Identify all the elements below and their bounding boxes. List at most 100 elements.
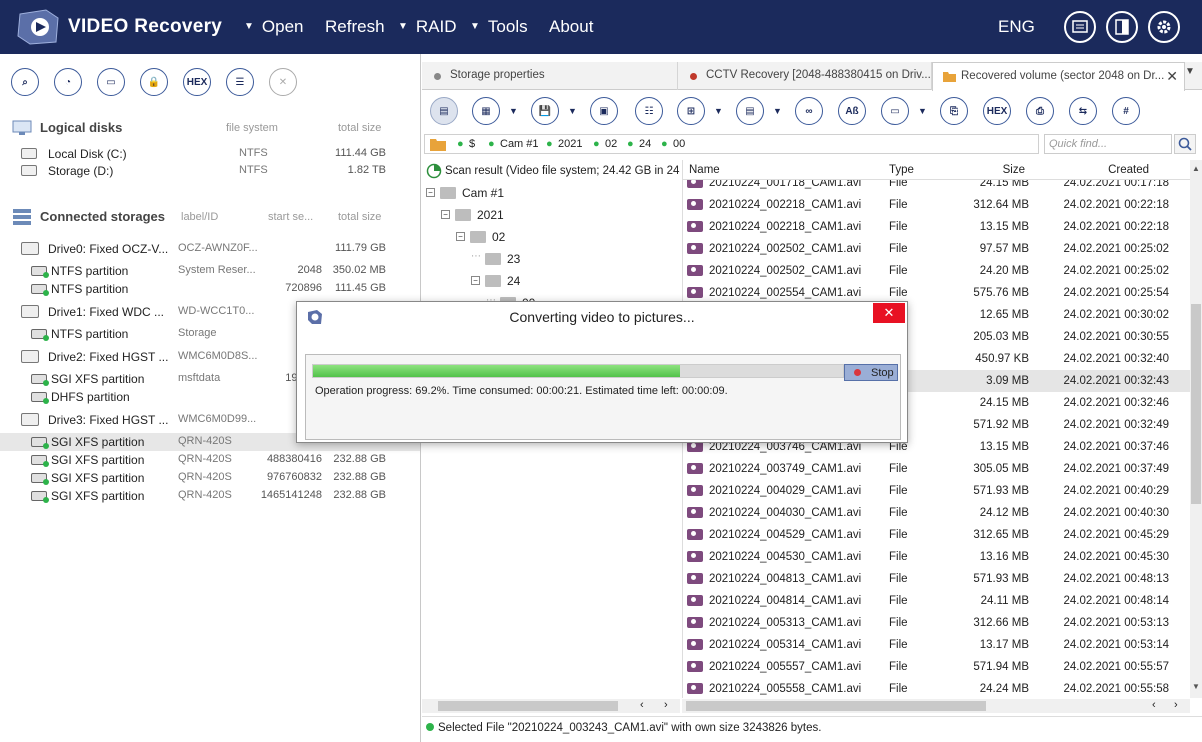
table-row[interactable]: 20210224_005313_CAM1.avi File 312.66 MB 24.… bbox=[683, 612, 1190, 634]
tab-storage-properties[interactable]: Storage properties bbox=[422, 62, 678, 90]
storage-partition-row[interactable]: SGI XFS partition QRN-420S 488380416 232.88… bbox=[0, 451, 420, 469]
breadcrumb-item[interactable]: 00 bbox=[673, 138, 685, 150]
file-size: 3.09 MB bbox=[986, 375, 1029, 387]
menu-tools[interactable]: ▼ Tools bbox=[470, 17, 528, 37]
language-selector[interactable]: ENG bbox=[998, 17, 1035, 37]
print-icon[interactable]: ⎙ bbox=[1026, 97, 1054, 125]
storage-partition-row[interactable]: NTFS partition 720896 111.45 GB bbox=[0, 280, 420, 298]
storage-partition-row[interactable]: NTFS partition System Reser... 2048 350.02 … bbox=[0, 262, 420, 280]
hash-icon[interactable]: # bbox=[1112, 97, 1140, 125]
video-save-icon[interactable]: ▣ bbox=[590, 97, 618, 125]
file-name: 20210224_004030_CAM1.avi bbox=[709, 507, 862, 519]
menu-raid[interactable]: ▼ RAID bbox=[398, 17, 457, 37]
storage-start-sector: 488380416 bbox=[266, 453, 322, 465]
breadcrumb-item[interactable]: Cam #1 bbox=[500, 138, 539, 150]
breadcrumb-item[interactable]: 24 bbox=[639, 138, 651, 150]
file-name: 20210224_005314_CAM1.avi bbox=[709, 639, 862, 651]
layout-panel-icon[interactable] bbox=[1106, 11, 1138, 43]
table-row[interactable]: 20210224_002502_CAM1.avi File 24.20 MB 24.0… bbox=[683, 260, 1190, 282]
dropdown-arrow-icon[interactable]: ▼ bbox=[714, 106, 723, 116]
table-row[interactable]: 20210224_002218_CAM1.avi File 13.15 MB 24.0… bbox=[683, 216, 1190, 238]
text-search-icon[interactable]: Aß bbox=[838, 97, 866, 125]
list-icon[interactable]: ☰ bbox=[226, 68, 254, 96]
tabs-overflow-icon[interactable]: ▼ bbox=[1185, 66, 1195, 77]
tree-root[interactable]: Scan result (Video file system; 24.42 GB… bbox=[426, 162, 680, 182]
dropdown-arrow-icon[interactable]: ▼ bbox=[509, 106, 518, 116]
storage-name: SGI XFS partition bbox=[51, 372, 145, 386]
table-row[interactable]: 20210224_002502_CAM1.avi File 97.57 MB 24.0… bbox=[683, 238, 1190, 260]
table-row[interactable]: 20210224_004529_CAM1.avi File 312.65 MB 24.… bbox=[683, 524, 1190, 546]
message-icon[interactable] bbox=[1064, 11, 1096, 43]
binoculars-icon[interactable]: ∞ bbox=[795, 97, 823, 125]
collapse-icon[interactable]: − bbox=[426, 188, 435, 197]
collapse-icon[interactable]: − bbox=[441, 210, 450, 219]
tab-recovered-volume[interactable]: Recovered volume (sector 2048 on Dr... ✕ bbox=[932, 62, 1185, 91]
collapse-icon[interactable]: − bbox=[456, 232, 465, 241]
details-view-icon[interactable]: ▤ bbox=[736, 97, 764, 125]
table-row[interactable]: 20210224_005314_CAM1.avi File 13.17 MB 24.0… bbox=[683, 634, 1190, 656]
tree-view-icon[interactable]: ▤ bbox=[430, 97, 458, 125]
preview-icon[interactable]: ▭ bbox=[881, 97, 909, 125]
search-icon[interactable]: ⌕ bbox=[11, 68, 39, 96]
tab-cctv-recovery[interactable]: CCTV Recovery [2048-488380415 on Driv... bbox=[678, 62, 932, 90]
grid-view-icon[interactable]: ⊞ bbox=[677, 97, 705, 125]
storage-partition-row[interactable]: SGI XFS partition QRN-420S 1465141248 232.8… bbox=[0, 487, 420, 505]
col-created[interactable]: Created bbox=[1093, 164, 1149, 176]
settings-gear-icon[interactable] bbox=[1148, 11, 1180, 43]
table-row[interactable]: 20210224_005557_CAM1.avi File 571.94 MB 24.… bbox=[683, 656, 1190, 678]
storage-drive-row[interactable]: Drive0: Fixed OCZ-V... OCZ-AWNZ0F... 111.7… bbox=[0, 240, 420, 258]
quick-find-input[interactable]: Quick find... bbox=[1044, 134, 1172, 154]
save-icon[interactable]: 💾 bbox=[531, 97, 559, 125]
dropdown-arrow-icon[interactable]: ▼ bbox=[773, 106, 782, 116]
open-image-icon[interactable]: ▭ bbox=[97, 68, 125, 96]
storage-name: NTFS partition bbox=[51, 264, 129, 278]
hex-view-icon[interactable]: HEX bbox=[983, 97, 1011, 125]
search-icon[interactable] bbox=[1174, 134, 1196, 154]
breadcrumb-item[interactable]: 02 bbox=[605, 138, 617, 150]
breadcrumb-item[interactable]: 2021 bbox=[558, 138, 582, 150]
file-created: 24.02.2021 00:32:49 bbox=[1063, 419, 1169, 431]
vertical-scrollbar[interactable]: ▲ ▼ bbox=[1190, 160, 1202, 698]
table-row[interactable]: 20210224_004030_CAM1.avi File 24.12 MB 24.0… bbox=[683, 502, 1190, 524]
tab-close-icon[interactable]: ✕ bbox=[1166, 68, 1178, 85]
table-row[interactable]: 20210224_002218_CAM1.avi File 312.64 MB 24.… bbox=[683, 194, 1190, 216]
col-type[interactable]: Type bbox=[889, 164, 914, 176]
export-icon[interactable]: ⎘ bbox=[940, 97, 968, 125]
table-row[interactable]: 20210224_005558_CAM1.avi File 24.24 MB 24.0… bbox=[683, 678, 1190, 698]
col-size[interactable]: Size bbox=[983, 164, 1025, 176]
table-horizontal-scrollbar[interactable]: ‹ › bbox=[682, 699, 1190, 713]
logical-disks-heading: Logical disks bbox=[40, 120, 123, 135]
storage-name: Drive1: Fixed WDC ... bbox=[48, 305, 165, 319]
table-row[interactable]: 20210224_004530_CAM1.avi File 13.16 MB 24.0… bbox=[683, 546, 1190, 568]
col-name[interactable]: Name bbox=[689, 164, 720, 176]
video-file-icon bbox=[687, 573, 703, 584]
menu-refresh[interactable]: Refresh bbox=[325, 17, 385, 37]
tab-strip: Storage properties CCTV Recovery [2048-4… bbox=[422, 62, 1202, 91]
storage-partition-row[interactable]: SGI XFS partition QRN-420S 976760832 232.88… bbox=[0, 469, 420, 487]
table-view-icon[interactable]: ▦ bbox=[472, 97, 500, 125]
table-row[interactable]: 20210224_004029_CAM1.avi File 571.93 MB 24.… bbox=[683, 480, 1190, 502]
dialog-close-button[interactable]: ✕ bbox=[873, 303, 905, 323]
table-row[interactable]: 20210224_003749_CAM1.avi File 305.05 MB 24.… bbox=[683, 458, 1190, 480]
collapse-icon[interactable]: − bbox=[471, 276, 480, 285]
dropdown-arrow-icon[interactable]: ▼ bbox=[918, 106, 927, 116]
drive-icon bbox=[21, 413, 39, 426]
sync-icon[interactable]: ⇆ bbox=[1069, 97, 1097, 125]
dropdown-arrow-icon[interactable]: ▼ bbox=[568, 106, 577, 116]
close-icon[interactable]: ✕ bbox=[269, 68, 297, 96]
storage-label: QRN-420S bbox=[178, 471, 232, 483]
checklist-icon[interactable]: ☷ bbox=[635, 97, 663, 125]
menu-about[interactable]: About bbox=[549, 17, 593, 37]
breadcrumb-item[interactable]: $ bbox=[469, 138, 475, 150]
logical-disk-row[interactable]: Storage (D:) NTFS 1.82 TB bbox=[0, 162, 420, 180]
logical-disk-row[interactable]: Local Disk (C:) NTFS 111.44 GB bbox=[0, 145, 420, 163]
table-row[interactable]: 20210224_004814_CAM1.avi File 24.11 MB 24.0… bbox=[683, 590, 1190, 612]
tree-horizontal-scrollbar[interactable]: ‹ › bbox=[422, 699, 680, 713]
scan-icon[interactable]: ◔ bbox=[54, 68, 82, 96]
table-row[interactable]: 20210224_004813_CAM1.avi File 571.93 MB 24.… bbox=[683, 568, 1190, 590]
stop-button[interactable]: Stop bbox=[844, 364, 898, 381]
lock-icon[interactable]: 🔒 bbox=[140, 68, 168, 96]
hex-editor-icon[interactable]: HEX bbox=[183, 68, 211, 96]
menu-open[interactable]: ▼ Open bbox=[244, 17, 304, 37]
file-created: 24.02.2021 00:40:29 bbox=[1063, 485, 1169, 497]
